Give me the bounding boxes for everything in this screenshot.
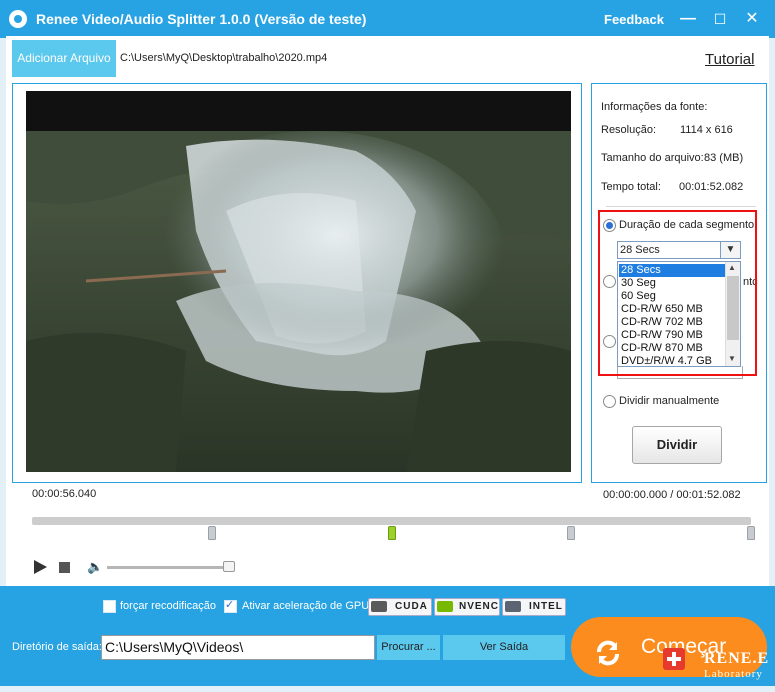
gpu-accel-label: Ativar aceleração de GPU (242, 600, 370, 612)
watermark-brand: RENE.E (704, 650, 770, 667)
resolution-label: Resolução: (601, 124, 657, 136)
divider (606, 206, 756, 207)
nvenc-label: NVENC (459, 601, 500, 612)
cuda-badge: CUDA (368, 598, 432, 616)
minimize-icon[interactable]: — (677, 8, 699, 30)
waterfall-frame-image (26, 91, 571, 472)
refresh-icon (593, 632, 623, 666)
file-size-value: 83 (MB) (704, 152, 744, 164)
maximize-icon[interactable]: ☐ (709, 8, 731, 30)
timeline-current-marker[interactable] (388, 526, 396, 540)
timeline-marker[interactable] (567, 526, 575, 540)
cuda-label: CUDA (395, 601, 428, 612)
timeline-marker[interactable] (747, 526, 755, 540)
output-dir-label: Diretório de saída: (12, 641, 102, 653)
intel-logo-icon (505, 601, 521, 612)
browse-button[interactable]: Procurar ... (377, 635, 440, 660)
volume-slider-knob[interactable] (222, 561, 235, 572)
divide-button[interactable]: Dividir (632, 426, 722, 464)
volume-icon[interactable]: 🔈 (87, 559, 103, 575)
tutorial-link[interactable]: Tutorial (705, 51, 754, 68)
add-file-button[interactable]: Adicionar Arquivo (12, 40, 116, 77)
split-manual-label: Dividir manualmente (619, 395, 720, 407)
watermark-sub: Laboratory (704, 668, 763, 680)
source-info-header: Informações da fonte: (601, 101, 708, 113)
volume-slider-track[interactable] (107, 566, 235, 569)
feedback-link[interactable]: Feedback (604, 12, 664, 27)
nvidia-logo-icon (437, 601, 453, 612)
title-bar: Renee Video/Audio Splitter 1.0.0 (Versão… (0, 0, 775, 38)
stop-icon[interactable] (59, 562, 70, 573)
highlight-box (598, 210, 757, 376)
intel-label: INTEL (529, 601, 563, 612)
view-output-button[interactable]: Ver Saída (443, 635, 565, 660)
play-icon[interactable] (34, 560, 47, 574)
duration-value: 00:01:52.082 (679, 181, 744, 193)
file-size-label: Tamanho do arquivo: (601, 152, 704, 164)
current-time: 00:00:56.040 (32, 488, 97, 500)
range-time: 00:00:00.000 / 00:01:52.082 (603, 489, 741, 501)
output-dir-input[interactable]: C:\Users\MyQ\Videos\ (101, 635, 375, 660)
timeline-track[interactable] (32, 517, 751, 525)
split-manual-radio[interactable] (603, 395, 616, 408)
timeline-marker[interactable] (208, 526, 216, 540)
app-film-icon (9, 10, 27, 28)
duration-label: Tempo total: (601, 181, 661, 193)
cuda-logo-icon (371, 601, 387, 612)
force-reencode-checkbox[interactable] (103, 600, 116, 613)
force-reencode-label: forçar recodificação (120, 600, 216, 612)
nvenc-badge: NVENC (434, 598, 500, 616)
intel-badge: INTEL (502, 598, 566, 616)
renee-logo-icon (663, 648, 685, 670)
resolution-value: 1114 x 616 (680, 124, 733, 136)
close-icon[interactable]: ✕ (741, 8, 763, 30)
window-title: Renee Video/Audio Splitter 1.0.0 (Versão… (36, 11, 367, 27)
gpu-accel-checkbox[interactable] (224, 598, 237, 613)
file-path-text: C:\Users\MyQ\Desktop\trabalho\2020.mp4 (120, 52, 328, 64)
video-preview (26, 91, 571, 472)
